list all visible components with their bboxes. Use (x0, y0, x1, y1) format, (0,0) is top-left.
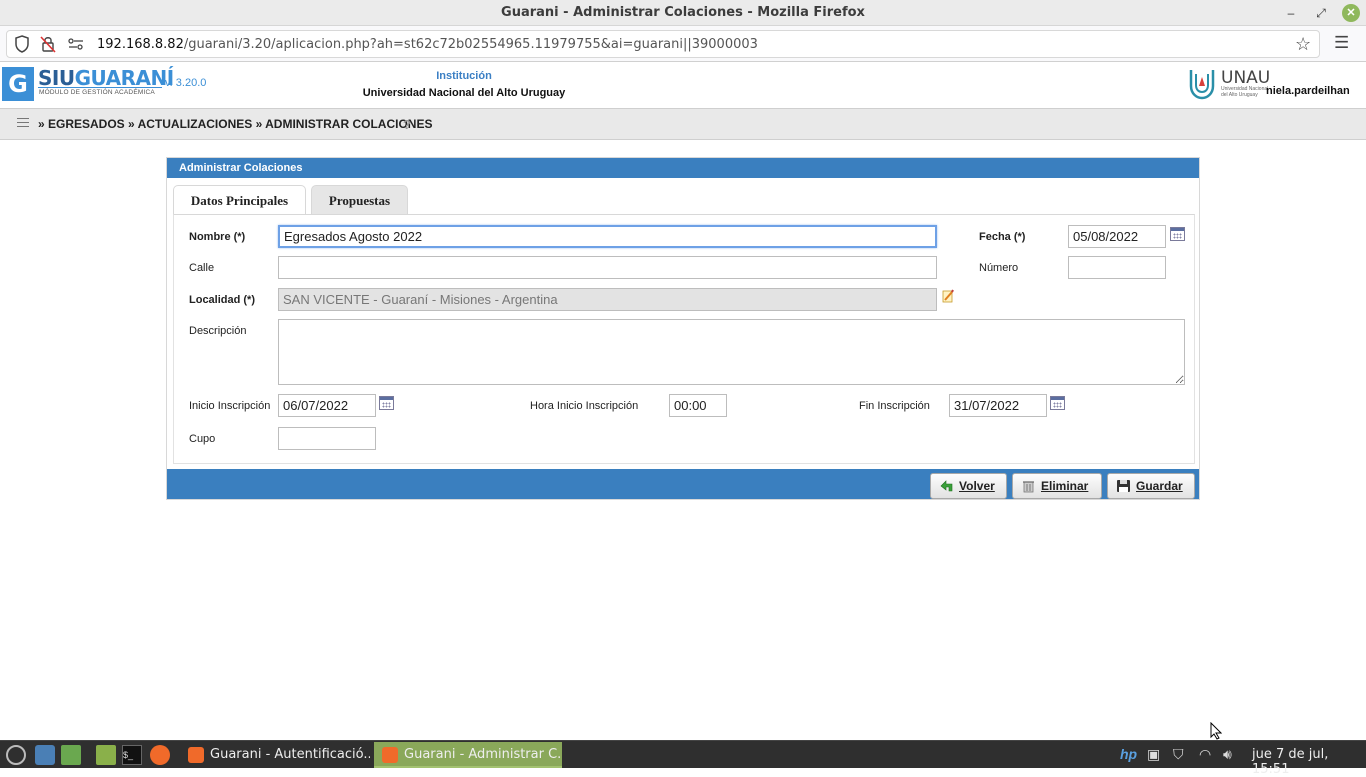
cupo-input[interactable] (278, 427, 376, 450)
help-icon[interactable]: ? (403, 117, 415, 132)
permissions-icon[interactable] (67, 36, 85, 56)
trash-icon (1023, 481, 1034, 493)
descripcion-label: Descripción (189, 325, 247, 337)
volver-label: Volver (959, 479, 995, 493)
files-app-icon[interactable] (61, 745, 81, 765)
folder-icon[interactable] (96, 745, 116, 765)
terminal-icon[interactable]: $_ (122, 745, 142, 765)
volume-icon[interactable]: 🔊︎ (1223, 746, 1232, 763)
task-guarani-administrar[interactable]: Guarani - Administrar C... (374, 742, 562, 768)
url-bar[interactable]: 192.168.8.82/guarani/3.20/aplicacion.php… (6, 30, 1320, 58)
tab-propuestas[interactable]: Propuestas (311, 185, 408, 215)
minimize-icon[interactable]: – (1282, 4, 1300, 22)
user-name[interactable]: niela.pardeilhan (1266, 85, 1350, 97)
calle-input[interactable] (278, 256, 937, 279)
bookmark-star-icon[interactable]: ☆ (1295, 34, 1311, 55)
tab-datos-principales[interactable]: Datos Principales (173, 185, 306, 215)
institution-label: Institución (436, 70, 492, 82)
url-host: 192.168.8.82 (97, 37, 184, 52)
colaciones-panel: Administrar Colaciones Datos Principales… (166, 157, 1200, 500)
close-icon[interactable]: ✕ (1342, 4, 1360, 22)
unau-logo-icon (1189, 70, 1215, 100)
eliminar-button[interactable]: Eliminar (1012, 473, 1102, 499)
panel-footer: Volver Eliminar Guardar (167, 469, 1199, 499)
calendar-icon[interactable] (1050, 396, 1065, 410)
fin-inscripcion-input[interactable] (949, 394, 1047, 417)
localidad-input (278, 288, 937, 311)
window-title: Guarani - Administrar Colaciones - Mozil… (501, 5, 865, 20)
clipboard-icon[interactable]: ▣ (1147, 746, 1160, 763)
url-path: /guarani/3.20/aplicacion.php?ah=st62c72b… (183, 37, 758, 52)
cupo-label: Cupo (189, 433, 216, 445)
calle-label: Calle (189, 262, 215, 274)
localidad-label: Localidad (*) (189, 294, 256, 306)
menu-list-icon[interactable] (17, 118, 29, 130)
firefox-icon (382, 747, 398, 763)
screenshot-app-icon[interactable] (35, 745, 55, 765)
inicio-inscripcion-input[interactable] (278, 394, 376, 417)
browser-toolbar: 192.168.8.82/guarani/3.20/aplicacion.php… (0, 26, 1366, 62)
fecha-label: Fecha (*) (979, 231, 1026, 243)
nombre-input[interactable] (278, 225, 937, 248)
shield-icon[interactable] (14, 35, 30, 57)
calendar-icon[interactable] (379, 396, 394, 410)
nombre-label: Nombre (*) (189, 231, 246, 243)
firefox-launcher-icon[interactable] (150, 745, 170, 765)
task-guarani-autentificacion[interactable]: Guarani - Autentificació... (180, 742, 370, 768)
url-text[interactable]: 192.168.8.82/guarani/3.20/aplicacion.php… (97, 37, 758, 52)
save-disk-icon (1117, 480, 1130, 492)
inicio-inscripcion-label: Inicio Inscripción (189, 400, 271, 412)
breadcrumb[interactable]: » EGRESADOS » ACTUALIZACIONES » ADMINIST… (38, 117, 432, 131)
app-header: G SIUGUARANÍ MÓDULO DE GESTIÓN ACADÉMICA… (0, 62, 1366, 108)
breadcrumb-bar: » EGRESADOS » ACTUALIZACIONES » ADMINIST… (0, 108, 1366, 140)
restore-icon[interactable]: ⤢ (1312, 4, 1330, 22)
task-label: Guarani - Autentificació... (210, 747, 370, 762)
taskbar: $_ Guarani - Autentificació... Guarani -… (0, 740, 1366, 777)
institution-name: Universidad Nacional del Alto Uruguay (362, 87, 566, 99)
hp-icon[interactable]: hp (1120, 746, 1137, 762)
panel-title: Administrar Colaciones (167, 158, 1199, 178)
hora-inicio-input[interactable] (669, 394, 727, 417)
mouse-cursor-icon (1210, 722, 1222, 740)
volver-button[interactable]: Volver (930, 473, 1007, 499)
descripcion-textarea[interactable] (278, 319, 1185, 385)
update-shield-icon[interactable]: ⛉ (1173, 746, 1184, 763)
calendar-icon[interactable] (1170, 227, 1185, 241)
wifi-icon[interactable]: ◠ (1199, 746, 1211, 763)
fecha-input[interactable] (1068, 225, 1166, 248)
numero-label: Número (979, 262, 1019, 274)
task-label: Guarani - Administrar C... (404, 747, 562, 762)
clock[interactable]: jue 7 de jul, 15:51 (1252, 747, 1366, 777)
mint-menu-icon[interactable] (6, 745, 26, 765)
hora-inicio-label: Hora Inicio Inscripción (530, 400, 639, 412)
hamburger-menu-icon[interactable]: ☰ (1334, 33, 1349, 53)
numero-input[interactable] (1068, 256, 1166, 279)
guardar-button[interactable]: Guardar (1107, 473, 1195, 499)
window-titlebar: Guarani - Administrar Colaciones - Mozil… (0, 0, 1366, 26)
guardar-label: Guardar (1136, 479, 1183, 493)
firefox-icon (188, 747, 204, 763)
fin-inscripcion-label: Fin Inscripción (859, 400, 930, 412)
eliminar-label: Eliminar (1041, 479, 1089, 493)
edit-icon[interactable] (942, 289, 954, 303)
unau-logo-text: UNAU (1221, 68, 1271, 88)
tab-content: Nombre (*) Fecha (*) Calle Número Locali… (173, 214, 1195, 464)
back-arrow-icon (940, 480, 953, 492)
insecure-lock-icon[interactable] (40, 35, 56, 57)
